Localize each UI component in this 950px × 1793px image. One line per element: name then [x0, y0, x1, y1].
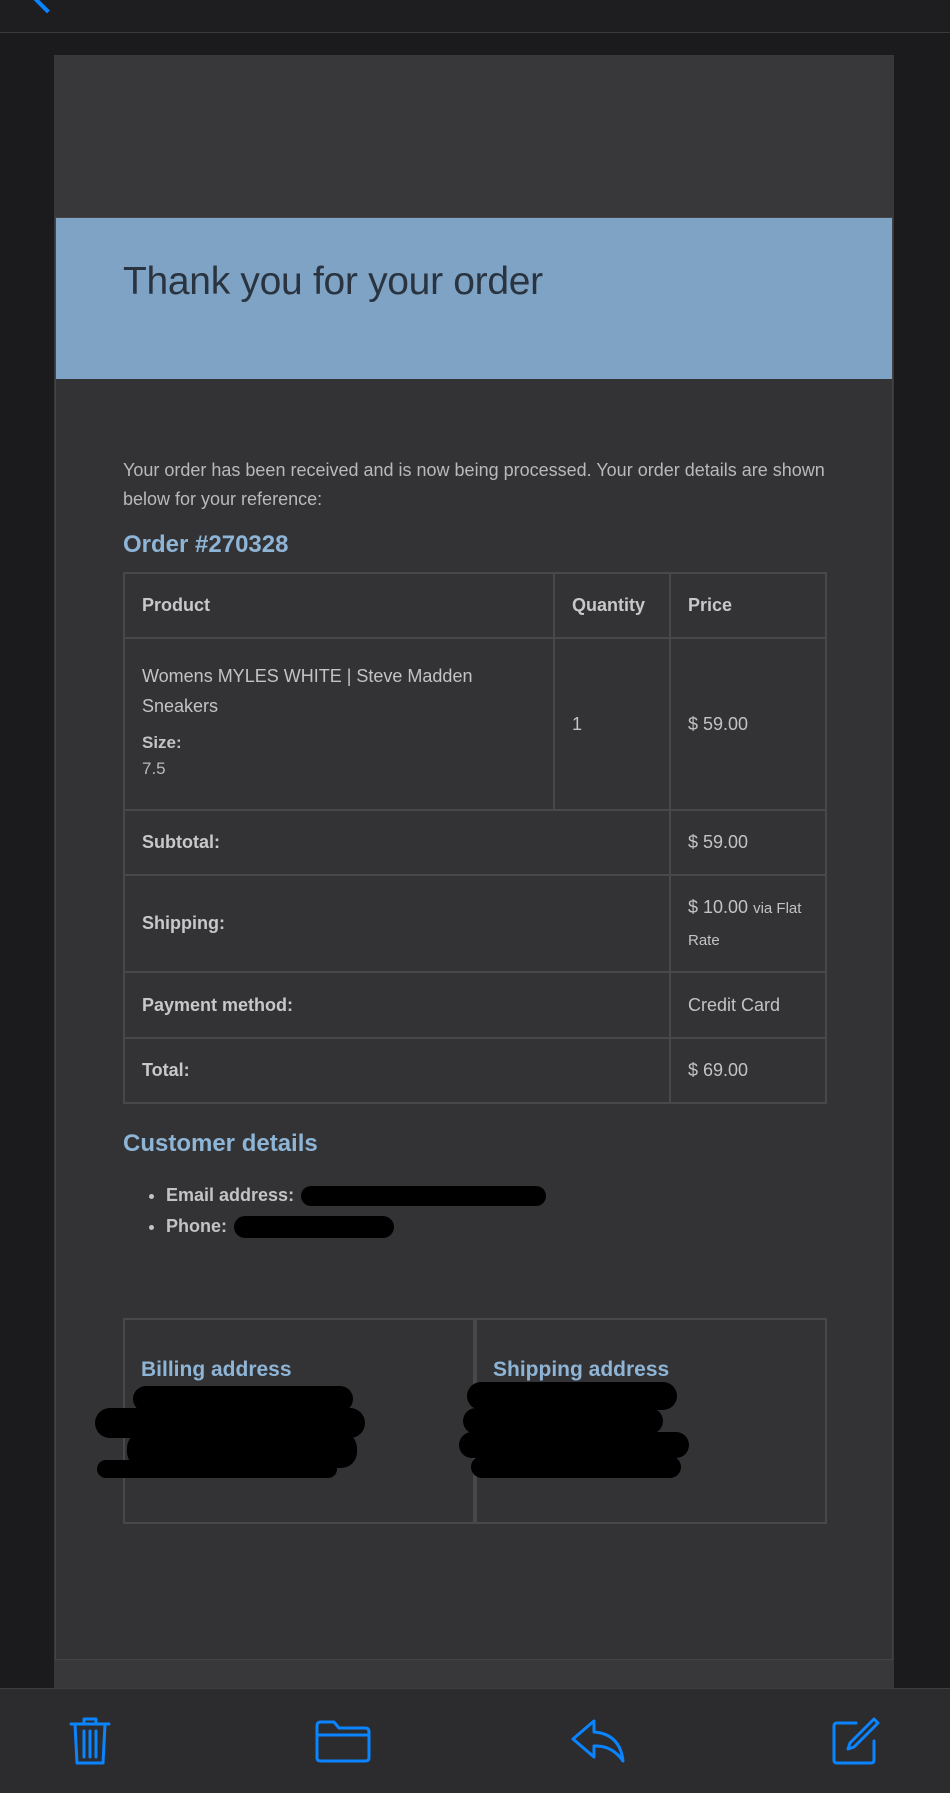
email-body: Thank you for your order Your order has …	[54, 55, 894, 1690]
price-cell: $ 59.00	[669, 637, 827, 811]
product-meta-label: Size:	[142, 733, 182, 752]
compose-icon	[832, 1717, 880, 1765]
column-header-quantity: Quantity	[553, 572, 671, 639]
payment-method-label: Payment method:	[123, 971, 671, 1039]
list-item: Phone:	[166, 1211, 546, 1242]
redaction-scribble	[471, 1456, 681, 1478]
order-number-heading: Order #270328	[123, 531, 289, 558]
redacted-phone-link[interactable]	[234, 1216, 395, 1239]
mail-nav-bar	[0, 0, 950, 33]
billing-address-heading: Billing address	[141, 1358, 292, 1381]
column-header-price: Price	[669, 572, 827, 639]
back-chevron-icon[interactable]	[28, 0, 66, 14]
list-item: Email address:	[166, 1180, 547, 1211]
quantity-cell: 1	[553, 637, 671, 811]
folder-icon	[315, 1720, 371, 1763]
redacted-email-link[interactable]	[301, 1186, 547, 1207]
shipping-address-heading: Shipping address	[493, 1358, 670, 1381]
subtotal-value: $ 59.00	[669, 809, 827, 876]
move-to-folder-button[interactable]	[313, 1711, 373, 1771]
customer-details-heading: Customer details	[123, 1130, 318, 1157]
phone-label: Phone:	[166, 1216, 227, 1236]
table-header-row: Product Quantity Price	[123, 572, 827, 639]
reply-button[interactable]	[568, 1711, 628, 1771]
reply-icon	[571, 1719, 625, 1763]
redaction-scribble	[133, 1386, 353, 1412]
payment-method-row: Payment method: Credit Card	[123, 971, 827, 1039]
redaction-scribble	[467, 1382, 677, 1410]
intro-text: Your order has been received and is now …	[123, 460, 825, 509]
customer-details-list: Email address: Phone:	[144, 1180, 547, 1242]
shipping-value: $ 10.00	[688, 896, 749, 917]
email-address-label: Email address:	[166, 1185, 295, 1205]
subtotal-row: Subtotal: $ 59.00	[123, 809, 827, 876]
table-row: Womens MYLES WHITE | Steve Madden Sneake…	[123, 637, 827, 811]
product-cell: Womens MYLES WHITE | Steve Madden Sneake…	[123, 637, 555, 811]
email-header-title: Thank you for your order	[123, 260, 543, 303]
subtotal-label: Subtotal:	[123, 809, 671, 876]
compose-button[interactable]	[826, 1711, 886, 1771]
column-header-product: Product	[123, 572, 555, 639]
redaction-scribble	[463, 1408, 663, 1434]
shipping-address-box: Shipping address	[459, 1318, 827, 1524]
product-meta-value: 7.5	[142, 759, 166, 778]
payment-method-value: Credit Card	[669, 971, 827, 1039]
total-value: $ 69.00	[669, 1037, 827, 1104]
product-name: Womens MYLES WHITE | Steve Madden Sneake…	[142, 666, 473, 716]
shipping-value-cell: $ 10.00 via Flat Rate	[669, 874, 827, 973]
trash-icon	[69, 1717, 111, 1765]
mail-toolbar	[0, 1688, 950, 1793]
billing-address-box: Billing address	[95, 1318, 475, 1524]
shipping-row: Shipping: $ 10.00 via Flat Rate	[123, 874, 827, 973]
email-header-band: Thank you for your order	[56, 218, 892, 379]
order-email-card: Thank you for your order Your order has …	[55, 217, 893, 1660]
redaction-scribble	[459, 1432, 689, 1458]
shipping-label: Shipping:	[123, 874, 671, 973]
redaction-scribble	[97, 1460, 337, 1478]
order-table: Product Quantity Price Womens MYLES WHIT…	[123, 572, 827, 1104]
total-row: Total: $ 69.00	[123, 1037, 827, 1104]
trash-button[interactable]	[60, 1711, 120, 1771]
total-label: Total:	[123, 1037, 671, 1104]
